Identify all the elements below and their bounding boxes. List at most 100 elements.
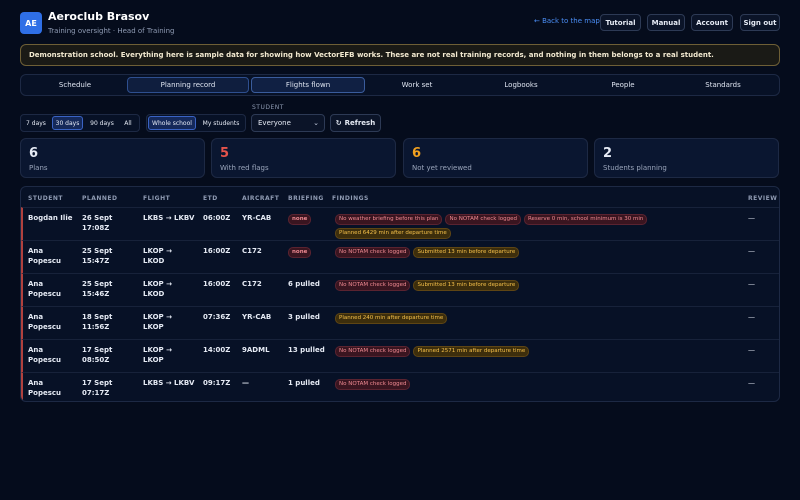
table-row[interactable]: Ana Popescu 25 Sept 15:47Z LKOP → LKOD 16:00Z C…	[21, 240, 779, 273]
manual-button[interactable]: Manual	[647, 14, 685, 31]
refresh-icon: ↻	[335, 119, 342, 127]
range-30-days[interactable]: 30 days	[52, 116, 83, 130]
col-header-findings: FINDINGS	[332, 195, 369, 202]
stat-value: 6	[412, 146, 422, 161]
planned-time: 26 Sept 17:08Z	[82, 213, 112, 233]
finding-badge: Submitted 13 min before departure	[413, 280, 520, 291]
review-cell[interactable]: —	[748, 246, 755, 256]
briefing-cell: none	[288, 246, 314, 260]
aircraft-cell: 9ADML	[242, 346, 270, 354]
planned-time: 17 Sept 07:17Z	[82, 378, 112, 398]
student-name-line: Popescu	[28, 257, 61, 265]
planned-time: 25 Sept 15:46Z	[82, 279, 112, 299]
range-90-days[interactable]: 90 days	[87, 116, 117, 130]
col-header-etd: ETD	[203, 195, 218, 202]
review-cell[interactable]: —	[748, 312, 755, 322]
flight-route: LKBS → LKBV	[143, 213, 194, 223]
finding-badge: No NOTAM check logged	[335, 247, 411, 258]
aircraft-cell: YR-CAB	[242, 313, 272, 321]
flight-route-line: LKOD	[143, 257, 165, 265]
planned-time-line: 17:08Z	[82, 224, 110, 232]
finding-badge: Planned 6429 min after departure time	[335, 228, 451, 239]
flight-route-line: LKOP	[143, 356, 164, 364]
tutorial-button[interactable]: Tutorial	[600, 14, 641, 31]
planned-time-line: 15:46Z	[82, 290, 110, 298]
planned-time-line: 18 Sept	[82, 313, 113, 321]
stat-label: Students planning	[603, 164, 667, 172]
review-cell[interactable]: —	[748, 279, 755, 289]
etd-cell: 16:00Z	[203, 247, 231, 255]
student-name: Ana Popescu	[28, 312, 61, 332]
tab-standards[interactable]: Standards	[673, 77, 773, 93]
etd-cell: 16:00Z	[203, 280, 231, 288]
planning-table: STUDENT PLANNED FLIGHT ETD AIRCRAFT BRIE…	[20, 186, 780, 402]
range-7-days[interactable]: 7 days	[23, 116, 49, 130]
student-name-line: Ana	[28, 379, 44, 387]
planned-time-line: 11:56Z	[82, 323, 110, 331]
stat-card-plans: 6 Plans	[20, 138, 205, 178]
planned-time-line: 25 Sept	[82, 280, 113, 288]
student-name: Ana Popescu	[28, 345, 61, 365]
back-to-map-link[interactable]: ← Back to the map	[534, 17, 600, 25]
findings-cell: No NOTAM check logged Planned 2571 min af…	[335, 345, 655, 359]
scope-whole-school[interactable]: Whole school	[148, 116, 196, 130]
findings-cell: No NOTAM check logged Submitted 13 min be…	[335, 246, 655, 260]
flight-route: LKOP → LKOD	[143, 246, 172, 266]
review-cell[interactable]: —	[748, 213, 755, 223]
flight-route-line: LKOP →	[143, 346, 172, 354]
table-row[interactable]: Bogdan Ilie 26 Sept 17:08Z LKBS → LKBV 06:00…	[21, 207, 779, 241]
flight-route: LKOP → LKOP	[143, 345, 172, 365]
sign-out-button[interactable]: Sign out	[740, 14, 780, 31]
range-all[interactable]: All	[119, 116, 137, 130]
scope-my-students[interactable]: My students	[198, 116, 244, 130]
stat-value: 5	[220, 146, 230, 161]
tab-logbooks[interactable]: Logbooks	[469, 77, 573, 93]
finding-badge: No NOTAM check logged	[335, 280, 411, 291]
findings-cell: No weather briefing before this plan No N…	[335, 213, 655, 241]
table-row[interactable]: Ana Popescu 25 Sept 15:46Z LKOP → LKOD 16:00Z C…	[21, 273, 779, 306]
findings-cell: No NOTAM check logged Submitted 13 min be…	[335, 279, 655, 293]
tab-planning-record[interactable]: Planning record	[127, 77, 249, 93]
flight-route-line: LKOD	[143, 290, 165, 298]
student-name-line: Popescu	[28, 290, 61, 298]
table-row[interactable]: Ana Popescu 17 Sept 08:50Z LKOP → LKOP 14:00Z 9…	[21, 339, 779, 372]
review-cell[interactable]: —	[748, 345, 755, 355]
table-row[interactable]: Ana Popescu 18 Sept 11:56Z LKOP → LKOP 07:36Z Y…	[21, 306, 779, 339]
student-name: Ana Popescu	[28, 279, 61, 299]
student-name-line: Ana	[28, 313, 44, 321]
refresh-button[interactable]: ↻ Refresh	[330, 114, 381, 132]
col-header-aircraft: AIRCRAFT	[242, 195, 280, 202]
aircraft-cell: C172	[242, 280, 262, 288]
stat-value: 2	[603, 146, 613, 161]
student-name-line: Ana	[28, 346, 44, 354]
flight-route-line: LKBS → LKBV	[143, 214, 195, 222]
col-header-flight: FLIGHT	[143, 195, 171, 202]
finding-badge: No NOTAM check logged	[335, 379, 411, 390]
aircraft-cell: C172	[242, 247, 262, 255]
table-row[interactable]: Ana Popescu 17 Sept 07:17Z LKBS → LKBV 09:17Z…	[21, 372, 779, 401]
etd-cell: 09:17Z	[203, 379, 231, 387]
briefing-cell: none	[288, 213, 314, 227]
tab-schedule[interactable]: Schedule	[25, 77, 125, 93]
student-name: Bogdan Ilie	[28, 213, 72, 223]
flight-route: LKOP → LKOD	[143, 279, 172, 299]
tab-people[interactable]: People	[575, 77, 671, 93]
chevron-down-icon: ⌄	[313, 119, 319, 127]
planned-time-line: 07:17Z	[82, 389, 110, 397]
student-name-line: Ana	[28, 280, 44, 288]
review-cell[interactable]: —	[748, 378, 755, 388]
briefing-none-badge: none	[288, 214, 312, 225]
student-select[interactable]: Everyone ⌄	[251, 114, 325, 132]
planned-time-line: 17 Sept	[82, 346, 113, 354]
flight-route-line: LKOP	[143, 323, 164, 331]
student-name: Ana Popescu	[28, 246, 61, 266]
account-button[interactable]: Account	[691, 14, 733, 31]
club-logo: AE	[20, 12, 42, 34]
briefing-none-badge: none	[288, 247, 312, 258]
club-subtitle: Training oversight · Head of Training	[48, 27, 175, 35]
findings-cell: Planned 240 min after departure time	[335, 312, 655, 326]
planned-time-line: 26 Sept	[82, 214, 113, 222]
tab-flights-flown[interactable]: Flights flown	[251, 77, 365, 93]
finding-badge: No weather briefing before this plan	[335, 214, 443, 225]
tab-work-set[interactable]: Work set	[367, 77, 467, 93]
